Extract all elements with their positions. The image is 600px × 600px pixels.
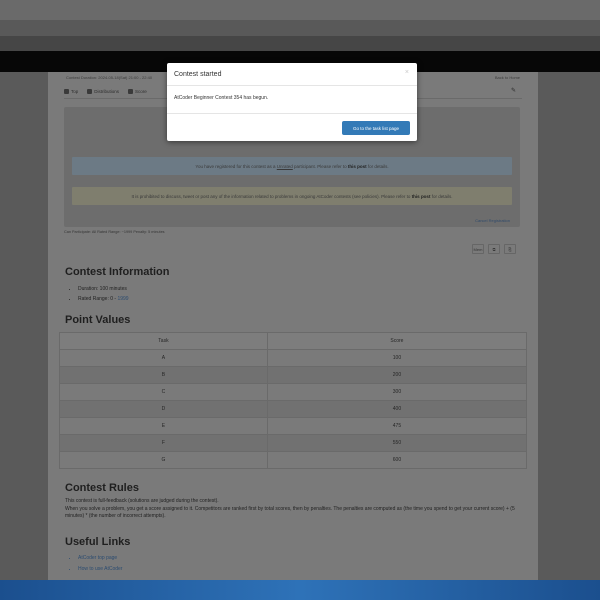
edit-icon bbox=[128, 88, 134, 94]
warning-post-link[interactable]: this post bbox=[412, 194, 431, 199]
task-cell: D bbox=[59, 400, 268, 418]
clipboard-icon[interactable]: ⎘ bbox=[504, 244, 516, 254]
nav-tab-label: Top bbox=[71, 88, 79, 94]
score-cell: 600 bbox=[266, 451, 528, 469]
modal-title: Contest started bbox=[174, 71, 222, 78]
table-row: D 400 bbox=[59, 400, 528, 418]
alert-text: participant. Please refer to bbox=[294, 163, 347, 169]
table-row: G 600 bbox=[59, 451, 528, 469]
contest-duration: Contest Duration: 2024-05-18(Sat) 21:00 … bbox=[66, 75, 153, 80]
nav-tab-label: Distributions bbox=[94, 88, 120, 94]
contest-rules-heading: Contest Rules bbox=[65, 482, 139, 494]
task-cell: A bbox=[59, 349, 268, 367]
registration-info-alert: You have registered for this contest as … bbox=[72, 157, 512, 175]
task-cell: C bbox=[59, 383, 268, 401]
task-cell: G bbox=[59, 451, 268, 469]
cancel-registration-link[interactable]: Cancel Registration bbox=[475, 218, 510, 223]
contest-rules-text: This contest is full-feedback (solutions… bbox=[65, 498, 521, 521]
page-toolbar: Mem ⧉ ⎘ bbox=[472, 244, 516, 254]
table-row: F 550 bbox=[59, 434, 528, 452]
point-values-heading: Point Values bbox=[65, 314, 131, 326]
table-row: A 100 bbox=[59, 349, 528, 367]
useful-link[interactable]: How to use AtCoder bbox=[78, 564, 122, 575]
useful-link[interactable]: AtCoder top page bbox=[78, 553, 122, 564]
nav-tab-score[interactable]: Score bbox=[128, 88, 147, 94]
score-cell: 475 bbox=[266, 417, 528, 435]
table-row: E 475 bbox=[59, 417, 528, 435]
alert-text: for details. bbox=[431, 193, 453, 199]
task-cell: F bbox=[59, 434, 268, 452]
go-to-task-list-button[interactable]: Go to the task list page bbox=[342, 121, 410, 135]
score-cell: 300 bbox=[266, 383, 528, 401]
back-home-link[interactable]: Back to Home bbox=[495, 75, 520, 80]
contest-page: Contest Duration: 2024-05-18(Sat) 21:00 … bbox=[48, 72, 538, 580]
home-icon bbox=[64, 88, 69, 94]
table-row: B 200 bbox=[59, 366, 528, 384]
table-header-row: Task Score bbox=[59, 332, 528, 350]
modal-footer: Go to the task list page bbox=[167, 113, 417, 141]
useful-links-list: AtCoder top page How to use AtCoder bbox=[78, 553, 122, 575]
score-cell: 550 bbox=[266, 434, 528, 452]
modal-header: Contest started × bbox=[167, 63, 417, 86]
modal-body-text: AtCoder Beginner Contest 354 has begun. bbox=[174, 95, 269, 101]
rated-range-value: 1999 bbox=[117, 296, 129, 302]
nav-tab-top[interactable]: Top bbox=[64, 88, 79, 94]
close-icon[interactable]: × bbox=[405, 69, 409, 76]
nav-tab-distributions[interactable]: Distributions bbox=[87, 88, 120, 94]
rated-range-item: Rated Range: 0 - 1999 bbox=[78, 294, 129, 304]
contest-info-list: Duration: 100 minutes Rated Range: 0 - 1… bbox=[78, 284, 129, 304]
nav-tab-label: Score bbox=[135, 88, 147, 94]
browser-title-bar bbox=[0, 0, 600, 20]
info-icon bbox=[87, 88, 93, 94]
task-cell: E bbox=[59, 417, 268, 435]
unrated-label: Unrated bbox=[276, 163, 293, 169]
score-cell: 200 bbox=[266, 366, 528, 384]
rules-line: When you solve a problem, you get a scor… bbox=[65, 505, 515, 520]
alert-text: You have registered for this contest as … bbox=[195, 163, 276, 169]
score-cell: 400 bbox=[266, 400, 528, 418]
table-header-task: Task bbox=[59, 332, 268, 350]
alert-text: It is prohibited to discuss, tweet or po… bbox=[131, 193, 411, 199]
contest-started-modal: Contest started × AtCoder Beginner Conte… bbox=[167, 63, 417, 141]
useful-links-heading: Useful Links bbox=[65, 536, 131, 548]
browser-tab-strip bbox=[0, 20, 600, 36]
duration-item: Duration: 100 minutes bbox=[78, 284, 129, 294]
policy-warning-alert: It is prohibited to discuss, tweet or po… bbox=[72, 187, 512, 205]
contest-info-heading: Contest Information bbox=[65, 266, 170, 278]
point-values-table: Task Score A 100 B 200 C 300 D 400 E 475 F 550… bbox=[59, 332, 528, 469]
participation-stats: Can Participate: All Rated Range: ~1999 … bbox=[64, 230, 165, 234]
table-row: C 300 bbox=[59, 383, 528, 401]
rules-line: This contest is full-feedback (solutions… bbox=[65, 498, 219, 504]
pin-icon[interactable]: ✎ bbox=[511, 87, 516, 94]
memo-button[interactable]: Mem bbox=[472, 244, 484, 254]
score-cell: 100 bbox=[266, 349, 528, 367]
os-taskbar[interactable] bbox=[0, 580, 600, 600]
rated-range-label: Rated Range: 0 - bbox=[78, 296, 118, 302]
copy-icon[interactable]: ⧉ bbox=[488, 244, 500, 254]
task-cell: B bbox=[59, 366, 268, 384]
alert-text: for details. bbox=[367, 163, 389, 169]
info-post-link[interactable]: this post bbox=[348, 164, 367, 169]
table-header-score: Score bbox=[266, 332, 528, 350]
browser-address-bar[interactable] bbox=[0, 36, 600, 51]
